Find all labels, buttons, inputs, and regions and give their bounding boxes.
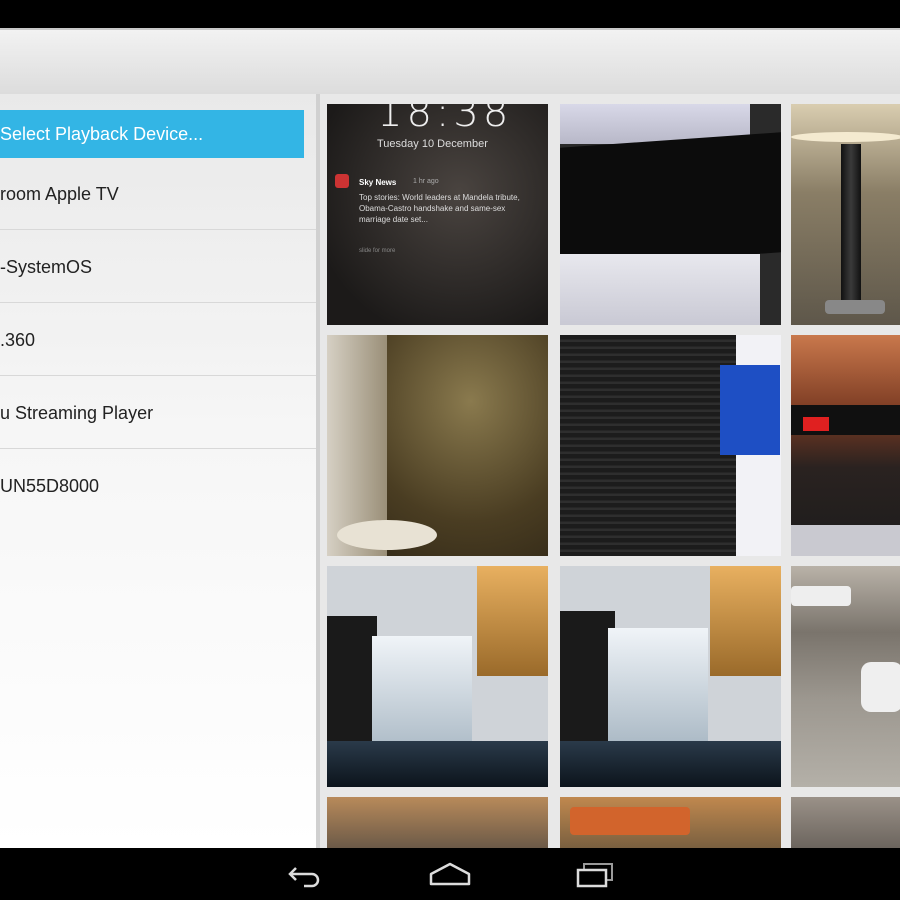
photo-blinds[interactable] — [560, 335, 781, 556]
lamp-pole — [841, 144, 861, 304]
lit-window — [710, 566, 781, 676]
parked-car — [791, 586, 851, 606]
device-label: u Streaming Player — [0, 403, 154, 423]
desktop-dock — [791, 525, 900, 556]
fountain-wall — [560, 611, 615, 751]
photo-fountain-2[interactable] — [560, 566, 781, 787]
blue-object — [720, 365, 780, 455]
lamp-base — [825, 300, 885, 314]
recents-button[interactable] — [570, 858, 620, 890]
orange-truck — [570, 807, 690, 835]
device-list-panel: Select Playback Device... room Apple TV … — [0, 94, 316, 848]
notification-action: slide for more — [359, 248, 396, 254]
photo-monitor-screen[interactable] — [560, 104, 781, 325]
screen-bottom-region — [560, 254, 760, 325]
status-bar — [0, 0, 900, 28]
select-playback-device-header[interactable]: Select Playback Device... — [0, 110, 304, 158]
notification-age: 1 hr ago — [413, 178, 439, 185]
home-icon — [429, 862, 471, 886]
photo-car-night[interactable] — [791, 335, 900, 556]
photo-lamp[interactable] — [791, 104, 900, 325]
screen-dark-region — [560, 132, 781, 268]
back-icon — [288, 867, 320, 888]
device-item-apple-tv[interactable]: room Apple TV — [0, 158, 316, 230]
recents-icon — [576, 863, 613, 888]
photo-street-1[interactable] — [327, 797, 548, 848]
lampshade-edge — [791, 132, 900, 142]
waterfall — [608, 628, 708, 748]
device-item-samsung-tv[interactable]: UN55D8000 — [0, 450, 316, 522]
sink-bowl — [337, 520, 437, 550]
device-label: -SystemOS — [0, 257, 93, 277]
back-button[interactable] — [282, 858, 332, 890]
notification-source: Sky News — [359, 178, 397, 187]
home-button[interactable] — [425, 858, 475, 890]
action-bar — [0, 28, 900, 94]
photo-street-2[interactable] — [560, 797, 781, 848]
photo-dog-street[interactable] — [791, 566, 900, 787]
pool-water — [560, 741, 781, 787]
lockscreen-date: Tuesday 10 December — [377, 138, 488, 150]
device-item-streaming-player[interactable]: u Streaming Player — [0, 377, 316, 449]
dog — [861, 662, 900, 712]
waterfall — [372, 636, 472, 756]
device-item-systemos[interactable]: -SystemOS — [0, 231, 316, 303]
sky-news-icon — [335, 174, 349, 188]
device-label: .360 — [0, 330, 36, 350]
pool-water — [327, 741, 548, 787]
photo-lockscreen[interactable]: 18:38 Tuesday 10 December Sky News 1 hr … — [327, 104, 548, 325]
fountain-wall — [327, 616, 377, 756]
notification-text: Top stories: World leaders at Mandela tr… — [359, 193, 520, 224]
photo-corner-room[interactable] — [327, 335, 548, 556]
device-label: UN55D8000 — [0, 476, 100, 496]
photo-gallery: 18:38 Tuesday 10 December Sky News 1 hr … — [320, 94, 900, 848]
lockscreen-time: 18:38 — [377, 104, 513, 136]
car-taillight — [803, 417, 829, 431]
device-label: room Apple TV — [0, 184, 119, 204]
photo-fountain-1[interactable] — [327, 566, 548, 787]
lit-window — [477, 566, 548, 676]
device-item-xbox-360[interactable]: .360 — [0, 304, 316, 376]
photo-street-3[interactable] — [791, 797, 900, 848]
navigation-bar — [0, 848, 900, 900]
